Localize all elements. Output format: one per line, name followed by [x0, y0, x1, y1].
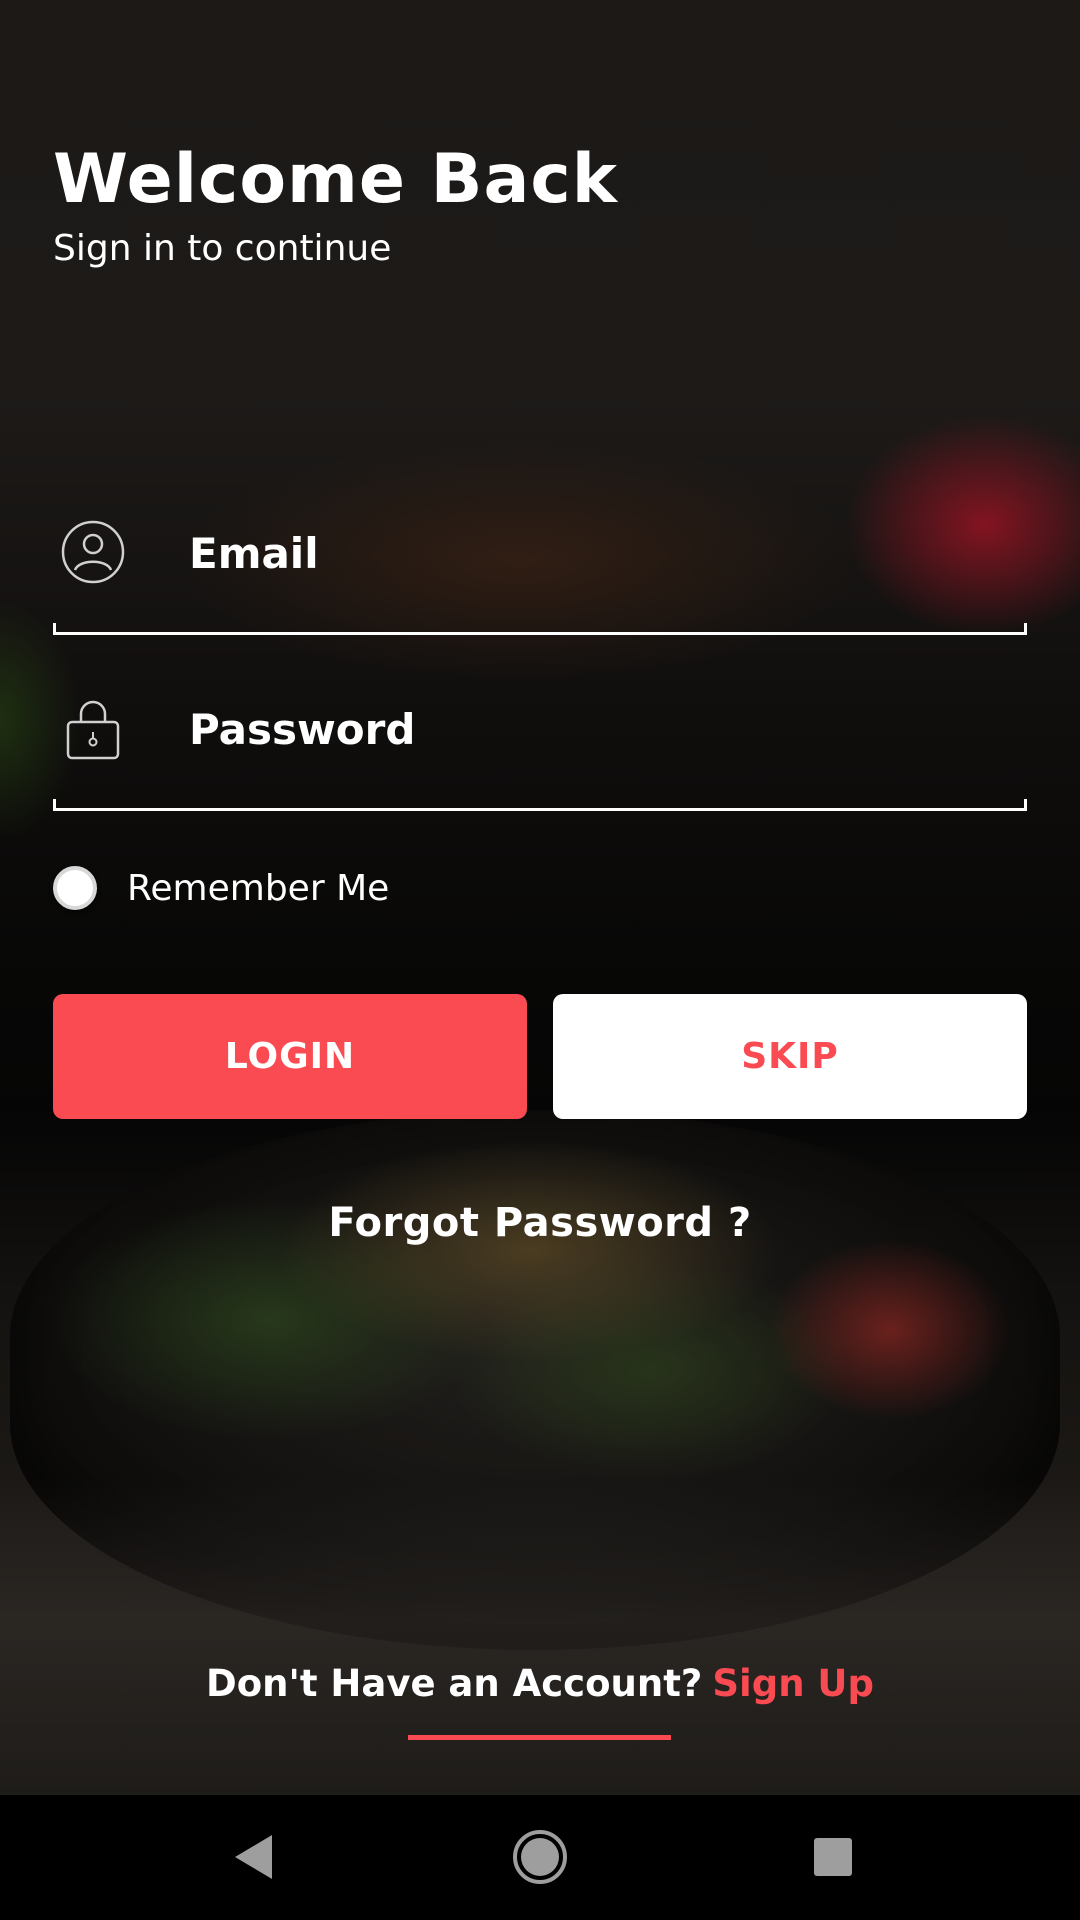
signup-prompt-text: Don't Have an Account?	[206, 1662, 703, 1705]
signup-prompt: Don't Have an Account? Sign Up	[0, 1662, 1080, 1705]
login-button[interactable]: LOGIN	[53, 994, 527, 1119]
page-subtitle: Sign in to continue	[53, 228, 392, 269]
remember-me-label: Remember Me	[127, 867, 390, 909]
lock-icon	[66, 700, 120, 760]
login-form: Welcome Back Sign in to continue Remembe…	[0, 0, 1080, 1795]
email-input[interactable]	[189, 508, 1009, 598]
recents-square-icon[interactable]	[803, 1827, 863, 1887]
signup-underline	[408, 1735, 671, 1740]
login-screen: Welcome Back Sign in to continue Remembe…	[0, 0, 1080, 1920]
forgot-password-link[interactable]: Forgot Password ?	[0, 1200, 1080, 1246]
remember-me-toggle[interactable]: Remember Me	[53, 862, 389, 914]
password-input[interactable]	[189, 684, 1009, 774]
page-title: Welcome Back	[53, 140, 618, 219]
system-navigation-bar	[0, 1795, 1080, 1920]
remember-me-radio[interactable]	[53, 866, 97, 910]
signup-link[interactable]: Sign Up	[712, 1662, 874, 1705]
skip-button[interactable]: SKIP	[553, 994, 1027, 1119]
home-circle-icon[interactable]	[510, 1827, 570, 1887]
user-circle-icon	[61, 520, 125, 584]
back-triangle-icon[interactable]	[225, 1827, 285, 1887]
password-field[interactable]	[53, 684, 1027, 811]
email-field[interactable]	[53, 508, 1027, 635]
